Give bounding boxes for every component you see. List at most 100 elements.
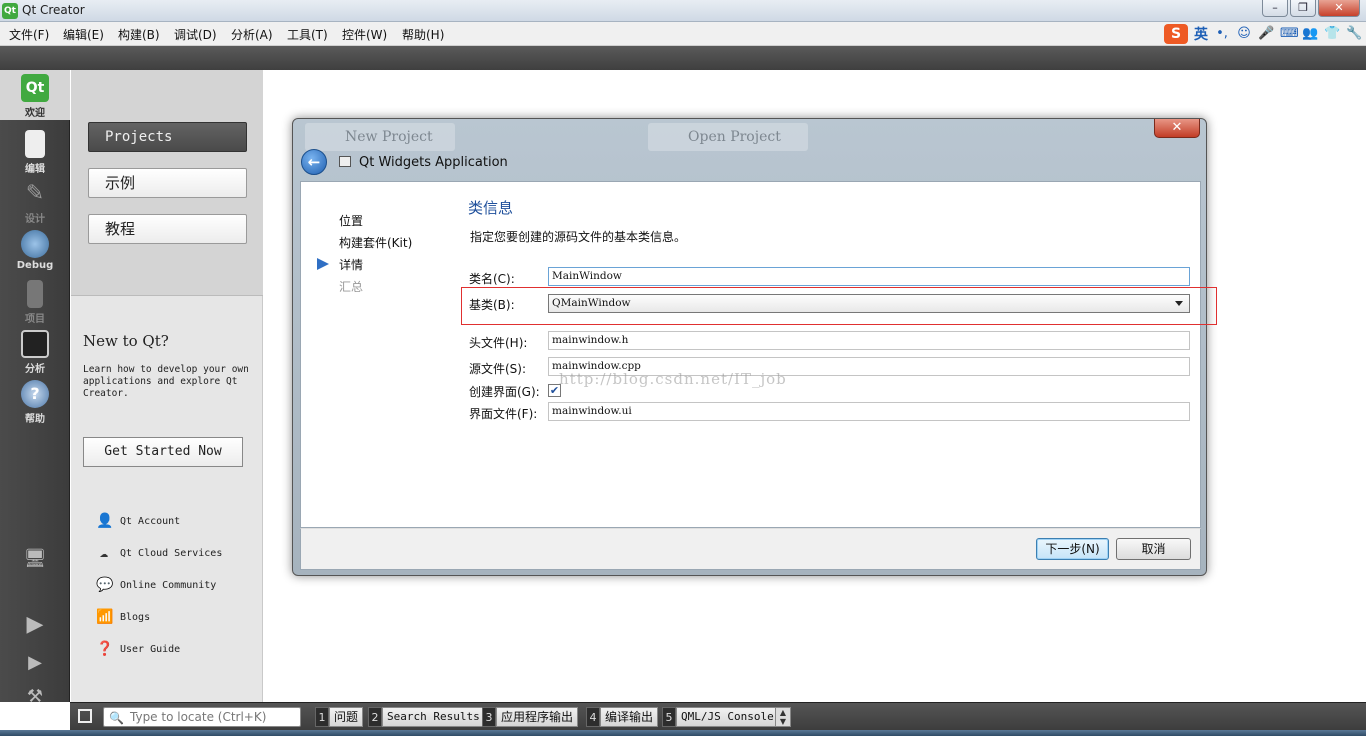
close-window-button[interactable]: ✕ [1318, 0, 1360, 17]
keyboard-icon[interactable]: ⌨ [1280, 26, 1299, 42]
tab-label: QML/JS Console [676, 707, 779, 727]
restore-button[interactable]: ❐ [1290, 0, 1316, 17]
menu-tools[interactable]: 工具(T) [287, 26, 328, 43]
debug-icon [21, 230, 49, 258]
new-to-qt-heading: New to Qt? [83, 332, 169, 350]
locator-input[interactable]: 🔍 Type to locate (Ctrl+K) [103, 707, 301, 727]
base-class-select[interactable]: QMainWindow [548, 294, 1190, 313]
mode-design[interactable]: ✎ 设计 [0, 176, 70, 226]
user-icon: 👤 [96, 513, 114, 529]
menu-help[interactable]: 帮助(H) [402, 26, 444, 43]
welcome-nav: Projects 示例 教程 [71, 70, 263, 296]
projects-button[interactable]: Projects [88, 122, 247, 152]
checkmark-icon: ✔ [549, 384, 560, 397]
output-tab-compile-output[interactable]: 4 编译输出 [586, 707, 659, 727]
toggle-sidebar-icon[interactable] [78, 709, 92, 723]
design-icon: ✎ [25, 181, 45, 206]
windows-taskbar [0, 730, 1366, 736]
link-blogs[interactable]: 📶 Blogs [96, 607, 150, 627]
qt-logo-icon: Qt [2, 3, 18, 19]
menu-edit[interactable]: 编辑(E) [63, 26, 104, 43]
examples-button[interactable]: 示例 [88, 168, 247, 198]
qt-logo-icon: Qt [21, 74, 49, 102]
minimize-button[interactable]: – [1262, 0, 1288, 17]
header-file-input[interactable]: mainwindow.h [548, 331, 1190, 350]
output-tab-app-output[interactable]: 3 应用程序输出 [482, 707, 579, 727]
edit-icon [25, 130, 45, 158]
menu-file[interactable]: 文件(F) [9, 26, 49, 43]
skin-icon[interactable]: 👕 [1324, 26, 1340, 42]
menu-widgets[interactable]: 控件(W) [342, 26, 387, 43]
microphone-icon[interactable]: 🎤 [1258, 26, 1274, 42]
header-file-label: 头文件(H): [469, 336, 528, 350]
debug-run-icon[interactable]: ▶ [22, 652, 48, 678]
mode-welcome[interactable]: Qt 欢迎 [0, 70, 70, 120]
watermark-text: http://blog.csdn.net/IT_job [559, 370, 787, 388]
tutorials-button[interactable]: 教程 [88, 214, 247, 244]
target-selector-icon[interactable]: 🖥 [22, 548, 48, 574]
section-description: 指定您要创建的源码文件的基本类信息。 [470, 230, 687, 244]
rss-icon: 📶 [96, 609, 114, 625]
link-label: Qt Cloud Services [120, 547, 223, 559]
step-location: 位置 [339, 214, 364, 228]
title-bar: Qt Qt Creator – ❐ ✕ [0, 0, 1366, 22]
help-icon: ? [21, 380, 49, 408]
run-icon[interactable]: ▶ [22, 612, 48, 638]
ime-mode-label[interactable]: 英 [1194, 24, 1208, 44]
menu-build[interactable]: 构建(B) [118, 26, 160, 43]
generate-form-checkbox[interactable]: ✔ [548, 384, 561, 397]
projects-icon [27, 280, 43, 308]
back-arrow-icon[interactable]: ← [301, 149, 327, 175]
user-icon[interactable]: 👥 [1302, 26, 1318, 42]
chat-icon: 💬 [96, 577, 114, 593]
menu-bar: 文件(F) 编辑(E) 构建(B) 调试(D) 分析(A) 工具(T) 控件(W… [0, 22, 1366, 46]
menu-debug[interactable]: 调试(D) [174, 26, 217, 43]
cancel-button[interactable]: 取消 [1116, 538, 1191, 560]
tab-label: 编译输出 [600, 707, 659, 727]
next-button[interactable]: 下一步(N) [1036, 538, 1109, 560]
output-tab-qml-console[interactable]: 5 QML/JS Console [662, 707, 779, 727]
tab-number: 3 [482, 707, 496, 727]
status-bar: 🔍 Type to locate (Ctrl+K) 1 问题 2 Search … [70, 702, 1366, 730]
link-online-community[interactable]: 💬 Online Community [96, 575, 216, 595]
chevron-down-icon [1175, 301, 1183, 306]
link-user-guide[interactable]: ❓ User Guide [96, 639, 180, 659]
step-summary: 汇总 [339, 280, 364, 294]
output-tab-search-results[interactable]: 2 Search Results [368, 707, 485, 727]
link-label: Qt Account [120, 515, 181, 527]
get-started-button[interactable]: Get Started Now [83, 437, 243, 467]
mode-edit[interactable]: 编辑 [0, 126, 70, 176]
menu-analyze[interactable]: 分析(A) [231, 26, 273, 43]
form-file-input[interactable]: mainwindow.ui [548, 402, 1190, 421]
link-label: Blogs [120, 611, 151, 623]
mode-debug[interactable]: Debug [0, 226, 70, 276]
toolbar-strip [0, 46, 1366, 70]
mode-analyze[interactable]: 分析 [0, 326, 70, 376]
output-tab-issues[interactable]: 1 问题 [315, 707, 364, 727]
build-hammer-icon[interactable]: ⚒ [22, 686, 48, 712]
link-qt-cloud[interactable]: ☁ Qt Cloud Services [96, 543, 223, 563]
punctuation-icon[interactable]: •, [1214, 26, 1230, 42]
up-down-arrow-icon[interactable]: ▲ ▼ [775, 707, 791, 727]
analyze-icon [21, 330, 49, 358]
sogou-icon[interactable]: S [1164, 24, 1188, 44]
mode-label: Debug [16, 260, 54, 271]
mode-help[interactable]: ? 帮助 [0, 376, 70, 426]
class-name-input[interactable]: MainWindow [548, 267, 1190, 286]
ghost-new-project: New Project [305, 123, 455, 151]
dialog-close-button[interactable]: ✕ [1154, 119, 1200, 138]
step-kits: 构建套件(Kit) [339, 236, 413, 250]
tab-number: 5 [662, 707, 676, 727]
current-step-arrow-icon [317, 258, 329, 270]
mode-bar: Qt 欢迎 编辑 ✎ 设计 Debug 项目 分析 ? 帮助 🖥 ▶ ▶ ⚒ [0, 70, 70, 707]
section-title: 类信息 [468, 199, 514, 217]
tab-label: Search Results [382, 707, 485, 727]
learn-text: Learn how to develop your own applicatio… [83, 364, 249, 399]
wizard-page: 位置 构建套件(Kit) 详情 汇总 类信息 指定您要创建的源码文件的基本类信息… [300, 181, 1217, 528]
emoji-icon[interactable]: ☺ [1236, 26, 1252, 42]
link-qt-account[interactable]: 👤 Qt Account [96, 511, 180, 531]
mode-projects[interactable]: 项目 [0, 276, 70, 326]
form-file-label: 界面文件(F): [469, 407, 538, 421]
question-icon: ❓ [96, 641, 114, 657]
wrench-icon[interactable]: 🔧 [1346, 26, 1362, 42]
